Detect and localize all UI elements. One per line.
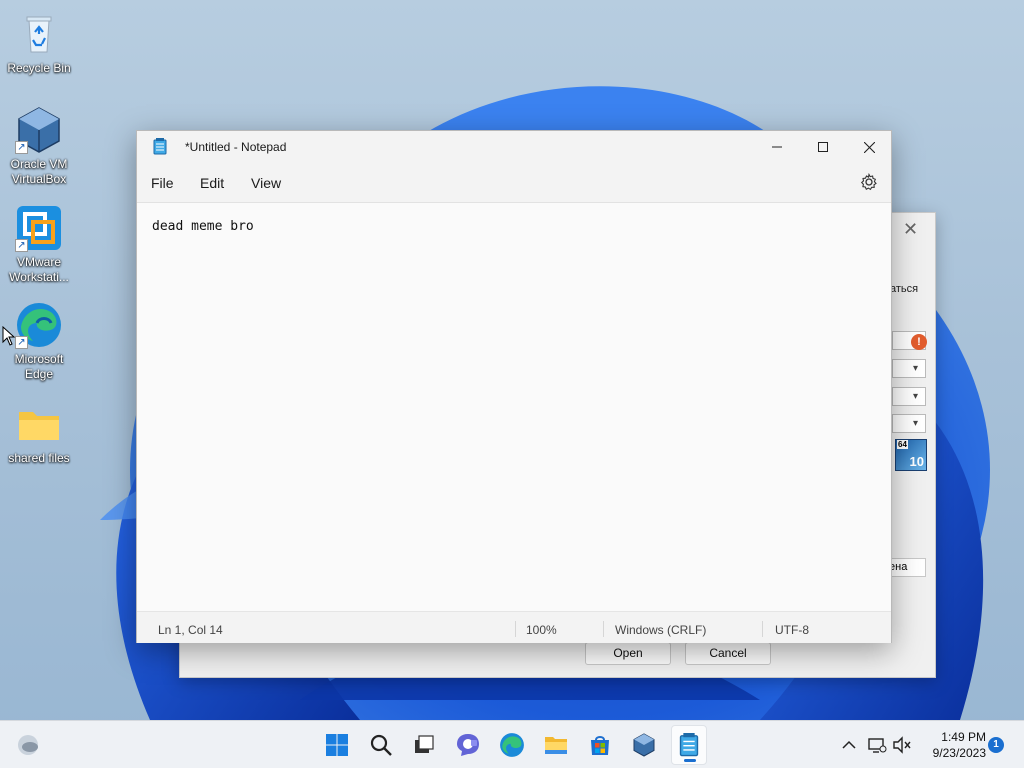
dialog-partial-text: аться — [890, 283, 919, 295]
edge-icon: ↗ — [15, 301, 63, 349]
desktop-icon-label: VMware Workstati... — [9, 255, 69, 284]
cursor-position: Ln 1, Col 14 — [158, 623, 223, 637]
menu-view[interactable]: View — [251, 175, 281, 191]
menu-file[interactable]: File — [151, 175, 174, 191]
desktop-icon-label: Recycle Bin — [7, 61, 71, 75]
notepad-icon — [679, 733, 699, 757]
desktop-icon-shared-files[interactable]: shared files — [4, 400, 74, 466]
volume-button[interactable] — [888, 731, 916, 759]
chevron-up-icon — [842, 740, 856, 749]
network-button[interactable] — [863, 731, 891, 759]
desktop-icon-label: Oracle VM VirtualBox — [10, 157, 68, 186]
microsoft-store-button[interactable] — [586, 731, 614, 759]
taskbar: 1:49 PM 9/23/2023 1 — [0, 720, 1024, 768]
clock-time: 1:49 PM — [941, 730, 986, 744]
close-icon — [863, 141, 875, 153]
taskbar-clock[interactable]: 1:49 PM 9/23/2023 — [922, 729, 986, 761]
close-button[interactable] — [846, 131, 892, 163]
dialog-dropdown[interactable] — [892, 359, 926, 378]
desktop-icon-virtualbox[interactable]: ↗ Oracle VM VirtualBox — [4, 106, 74, 187]
maximize-icon — [818, 142, 828, 152]
store-icon — [591, 736, 609, 755]
menu-bar: File Edit View — [137, 163, 891, 203]
task-view-icon — [415, 735, 434, 753]
warning-icon: ! — [911, 334, 927, 350]
line-ending: Windows (CRLF) — [615, 623, 707, 637]
dialog-close-icon[interactable]: ✕ — [903, 219, 918, 240]
edge-taskbar-button[interactable] — [498, 731, 526, 759]
mouse-cursor-icon — [2, 326, 16, 346]
volume-muted-icon — [893, 736, 911, 754]
recycle-bin-icon — [15, 10, 63, 58]
minimize-button[interactable] — [754, 131, 800, 163]
notification-badge[interactable]: 1 — [988, 737, 1004, 753]
dialog-dropdown[interactable] — [892, 387, 926, 406]
virtualbox-icon — [633, 733, 655, 757]
task-view-button[interactable] — [410, 731, 438, 759]
window-title: *Untitled - Notepad — [185, 140, 287, 154]
shortcut-arrow-icon: ↗ — [15, 336, 28, 349]
folder-icon — [545, 737, 567, 754]
notepad-taskbar-button[interactable] — [675, 731, 703, 759]
chevron-down-icon: ▾ — [913, 418, 919, 429]
network-icon — [868, 738, 887, 753]
desktop-icon-vmware[interactable]: ↗ VMware Workstati... — [4, 204, 74, 285]
vmware-workstation-icon: ↗ — [15, 204, 63, 252]
search-button[interactable] — [367, 731, 395, 759]
dialog-partial-button[interactable]: ена — [886, 558, 926, 577]
virtualbox-icon: ↗ — [15, 106, 63, 154]
dialog-dropdown[interactable] — [892, 414, 926, 433]
desktop-icon-label: shared files — [8, 451, 70, 465]
menu-edit[interactable]: Edit — [200, 175, 224, 191]
zoom-level: 100% — [526, 623, 557, 637]
edge-icon — [500, 733, 524, 757]
windows-logo-icon — [326, 734, 348, 756]
virtualbox-taskbar-button[interactable] — [630, 731, 658, 759]
teams-chat-button[interactable] — [454, 731, 482, 759]
shortcut-arrow-icon: ↗ — [15, 239, 28, 252]
start-button[interactable] — [323, 731, 351, 759]
shortcut-arrow-icon: ↗ — [15, 141, 28, 154]
desktop-icon-recycle-bin[interactable]: Recycle Bin — [4, 10, 74, 76]
maximize-button[interactable] — [800, 131, 846, 163]
cancel-button[interactable]: Cancel — [685, 642, 771, 665]
folder-icon — [15, 400, 63, 448]
status-bar: Ln 1, Col 14 100% Windows (CRLF) UTF-8 — [137, 611, 891, 643]
title-bar[interactable]: *Untitled - Notepad — [137, 131, 891, 163]
encoding: UTF-8 — [775, 623, 809, 637]
show-hidden-icons-button[interactable] — [835, 731, 863, 759]
settings-gear-icon[interactable] — [860, 173, 878, 191]
clock-date: 9/23/2023 — [932, 746, 986, 760]
windows-10-os-icon: 64 10 — [895, 439, 927, 471]
minimize-icon — [772, 146, 782, 148]
editor-text: dead meme bro — [152, 219, 254, 234]
chevron-down-icon: ▾ — [913, 391, 919, 402]
open-button[interactable]: Open — [585, 642, 671, 665]
text-editor-area[interactable]: dead meme bro — [137, 203, 891, 611]
desktop-icon-label: Microsoft Edge — [14, 352, 64, 381]
notepad-app-icon — [153, 138, 167, 155]
search-icon — [370, 734, 392, 756]
file-explorer-button[interactable] — [542, 731, 570, 759]
chevron-down-icon: ▾ — [913, 363, 919, 374]
notepad-window: *Untitled - Notepad File Edit View dead … — [136, 130, 892, 643]
weather-widget-icon[interactable] — [14, 731, 42, 759]
chat-icon — [457, 734, 479, 756]
